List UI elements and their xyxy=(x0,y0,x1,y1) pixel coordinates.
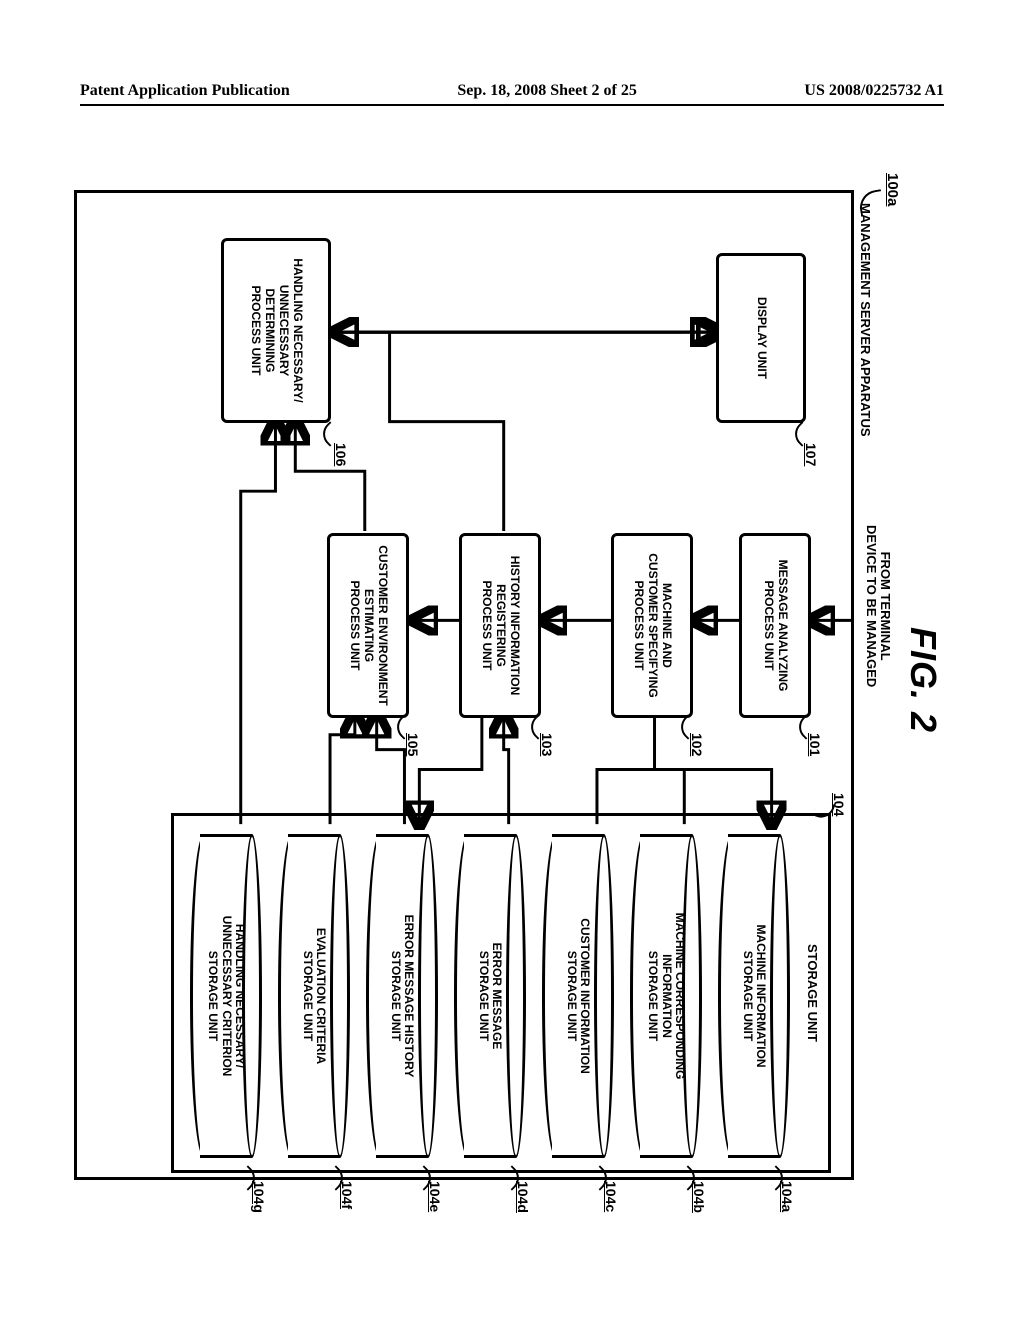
cyl-104f: EVALUATION CRITERIA STORAGE UNIT xyxy=(278,834,350,1158)
management-server-apparatus: 100a MANAGEMENT SERVER APPARATUS xyxy=(74,190,854,1180)
handling-determining-label: HANDLING NECESSARY/ UNNECESSARY DETERMIN… xyxy=(248,258,303,402)
ref-104g: 104g xyxy=(251,1181,267,1213)
cyl-104g-label: HANDLING NECESSARY/ UNNECESSARY CRITERIO… xyxy=(206,916,246,1077)
figure-title: FIG. 2 xyxy=(902,130,944,1230)
ref-100a: 100a xyxy=(884,173,901,206)
history-registering-block: HISTORY INFORMATION REGISTERING PROCESS … xyxy=(459,533,541,718)
ref-104e: 104e xyxy=(427,1181,443,1212)
machine-customer-specifying-block: MACHINE AND CUSTOMER SPECIFYING PROCESS … xyxy=(611,533,693,718)
message-analyzing-block: MESSAGE ANALYZING PROCESS UNIT xyxy=(739,533,811,718)
cyl-104b: MACHINE CORRESPONDING INFORMATION STORAG… xyxy=(630,834,702,1158)
message-analyzing-label: MESSAGE ANALYZING PROCESS UNIT xyxy=(761,560,789,692)
page: Patent Application Publication Sep. 18, … xyxy=(0,0,1024,1320)
storage-unit-label: STORAGE UNIT xyxy=(805,816,820,1170)
ref-107: 107 xyxy=(803,443,819,466)
figure-2-diagram: FIG. 2 FROM TERMINAL DEVICE TO BE MANAGE… xyxy=(60,130,964,1230)
ref-105: 105 xyxy=(405,733,421,756)
cyl-104e: ERROR MESSAGE HISTORY STORAGE UNIT xyxy=(366,834,438,1158)
cyl-104b-label: MACHINE CORRESPONDING INFORMATION STORAG… xyxy=(646,913,686,1080)
customer-env-estimating-label: CUSTOMER ENVIRONMENT ESTIMATING PROCESS … xyxy=(347,545,388,705)
header-rule xyxy=(80,104,944,106)
ref-100a-text: 100a xyxy=(884,173,901,206)
cyl-104d: ERROR MESSAGE STORAGE UNIT xyxy=(454,834,526,1158)
ref-103: 103 xyxy=(539,733,555,756)
header-row: Patent Application Publication Sep. 18, … xyxy=(80,82,944,100)
header-left: Patent Application Publication xyxy=(80,82,290,100)
display-unit-block: DISPLAY UNIT xyxy=(716,253,806,423)
storage-unit: STORAGE UNIT MACHINE INFORMATION STORAGE… xyxy=(171,813,831,1173)
ref-104d: 104d xyxy=(515,1181,531,1213)
cyl-104f-label: EVALUATION CRITERIA STORAGE UNIT xyxy=(301,928,327,1064)
cyl-104e-label: ERROR MESSAGE HISTORY STORAGE UNIT xyxy=(389,915,415,1078)
ref-104f: 104f xyxy=(339,1181,355,1209)
display-unit-label: DISPLAY UNIT xyxy=(754,297,768,379)
ref-104b: 104b xyxy=(691,1181,707,1213)
machine-customer-specifying-label: MACHINE AND CUSTOMER SPECIFYING PROCESS … xyxy=(631,553,672,697)
cyl-104d-label: ERROR MESSAGE STORAGE UNIT xyxy=(477,943,503,1050)
ref-104c: 104c xyxy=(603,1181,619,1212)
cyl-104a: MACHINE INFORMATION STORAGE UNIT xyxy=(718,834,790,1158)
cyl-104c: CUSTOMER INFORMATION STORAGE UNIT xyxy=(542,834,614,1158)
history-registering-label: HISTORY INFORMATION REGISTERING PROCESS … xyxy=(479,556,520,696)
ref-101: 101 xyxy=(807,733,823,756)
ref-106: 106 xyxy=(333,443,349,466)
ref-102: 102 xyxy=(689,733,705,756)
apparatus-label: MANAGEMENT SERVER APPARATUS xyxy=(858,203,873,437)
cyl-104c-label: CUSTOMER INFORMATION STORAGE UNIT xyxy=(565,918,591,1074)
handling-determining-block: HANDLING NECESSARY/ UNNECESSARY DETERMIN… xyxy=(221,238,331,423)
customer-env-estimating-block: CUSTOMER ENVIRONMENT ESTIMATING PROCESS … xyxy=(327,533,409,718)
cyl-104g: HANDLING NECESSARY/ UNNECESSARY CRITERIO… xyxy=(190,834,262,1158)
cyl-104a-label: MACHINE INFORMATION STORAGE UNIT xyxy=(741,924,767,1067)
header-center: Sep. 18, 2008 Sheet 2 of 25 xyxy=(457,82,637,100)
header-right: US 2008/0225732 A1 xyxy=(804,82,944,100)
ref-104a: 104a xyxy=(779,1181,795,1212)
input-source-label: FROM TERMINAL DEVICE TO BE MANAGED xyxy=(863,525,892,687)
figure-area: FIG. 2 FROM TERMINAL DEVICE TO BE MANAGE… xyxy=(60,130,964,1230)
